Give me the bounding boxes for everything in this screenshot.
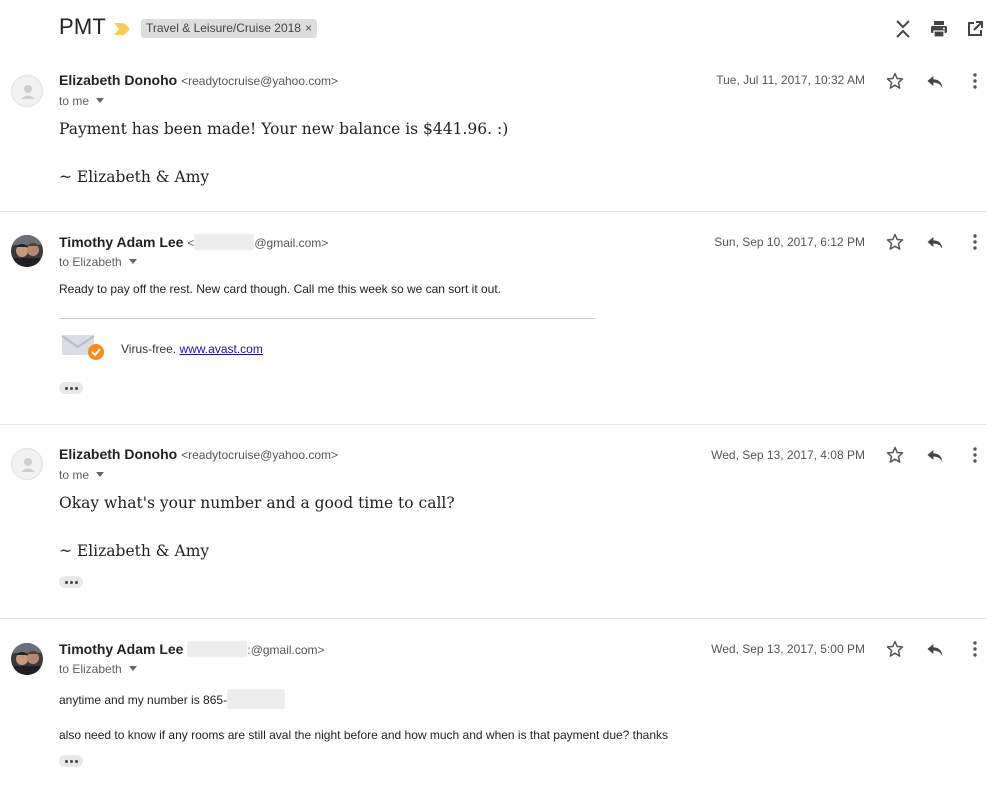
star-icon[interactable] <box>883 637 907 661</box>
show-trimmed-content-button[interactable] <box>59 576 83 588</box>
show-trimmed-content-button[interactable] <box>59 755 83 767</box>
show-details-dropdown-icon[interactable] <box>96 98 105 103</box>
show-details-dropdown-icon[interactable] <box>128 259 137 264</box>
avatar-default-icon <box>11 448 43 480</box>
remove-label-icon[interactable]: × <box>305 19 312 38</box>
label-chip-text: Travel & Leisure/Cruise 2018 <box>146 21 301 35</box>
label-chip: Travel & Leisure/Cruise 2018 × <box>141 19 317 38</box>
show-details-dropdown-icon[interactable] <box>128 666 137 671</box>
star-icon[interactable] <box>883 69 907 93</box>
avast-link[interactable]: www.avast.com <box>179 342 262 356</box>
virus-free-notice: Virus-free. www.avast.com <box>121 342 263 356</box>
recipient-text: to Elizabeth <box>59 662 122 676</box>
recipient-text: to Elizabeth <box>59 255 122 269</box>
recipient-line[interactable]: to me <box>59 94 105 108</box>
message-date: Wed, Sep 13, 2017, 5:00 PM <box>711 642 865 656</box>
sender: Elizabeth Donoho <readytocruise@yahoo.co… <box>59 446 338 462</box>
star-icon[interactable] <box>883 230 907 254</box>
message-body-line: Ready to pay off the rest. New card thou… <box>59 282 501 296</box>
sender: Elizabeth Donoho <readytocruise@yahoo.co… <box>59 72 338 88</box>
reply-icon[interactable] <box>923 230 947 254</box>
message-4: Timothy Adam Lee :@gmail.com> to Elizabe… <box>0 619 986 808</box>
open-in-new-window-icon[interactable] <box>963 17 987 41</box>
message-body-line: Okay what's your number and a good time … <box>59 494 455 512</box>
sender-email-domain: :@gmail.com> <box>247 643 325 657</box>
recipient-text: to me <box>59 468 90 482</box>
message-2: Timothy Adam Lee < @gmail.com> to Elizabe… <box>0 212 986 425</box>
sender: Timothy Adam Lee :@gmail.com> <box>59 641 325 657</box>
importance-marker-icon[interactable] <box>114 22 130 40</box>
thread-header: PMT Travel & Leisure/Cruise 2018 × <box>0 0 992 58</box>
recipient-text: to me <box>59 94 90 108</box>
virus-free-text: Virus-free. <box>121 342 180 356</box>
sender-name: Timothy Adam Lee <box>59 641 184 657</box>
recipient-line[interactable]: to me <box>59 468 105 482</box>
message-date: Wed, Sep 13, 2017, 4:08 PM <box>711 448 865 462</box>
message-body-line: anytime and my number is 865- <box>59 689 286 709</box>
message-body-line: also need to know if any rooms are still… <box>59 728 669 742</box>
sender-name: Timothy Adam Lee <box>59 234 184 250</box>
redacted-email <box>194 234 255 250</box>
avatar-default-icon <box>11 75 43 107</box>
reply-icon[interactable] <box>923 443 947 467</box>
sender-email-prefix: < <box>187 236 195 250</box>
message-3: Elizabeth Donoho <readytocruise@yahoo.co… <box>0 425 986 619</box>
expand-collapse-icon[interactable] <box>891 17 915 41</box>
signature-divider <box>59 318 595 319</box>
redacted-email <box>187 641 248 657</box>
recipient-line[interactable]: to Elizabeth <box>59 662 137 676</box>
sender-name: Elizabeth Donoho <box>59 446 178 462</box>
redacted-phone-number <box>227 689 286 709</box>
avatar-photo <box>11 643 43 675</box>
message-signature: ~ Elizabeth & Amy <box>59 542 210 560</box>
message-body-text: anytime and my number is 865- <box>59 693 228 707</box>
message-date: Sun, Sep 10, 2017, 6:12 PM <box>714 235 865 249</box>
avast-envelope-icon <box>61 333 107 368</box>
message-1: Elizabeth Donoho <readytocruise@yahoo.co… <box>0 58 986 212</box>
message-date: Tue, Jul 11, 2017, 10:32 AM <box>716 73 865 87</box>
sender-email: <readytocruise@yahoo.com> <box>181 74 339 88</box>
sender-email: <readytocruise@yahoo.com> <box>181 448 339 462</box>
recipient-line[interactable]: to Elizabeth <box>59 255 137 269</box>
sender-email-domain: @gmail.com> <box>254 236 329 250</box>
avatar-photo <box>11 235 43 267</box>
show-details-dropdown-icon[interactable] <box>96 472 105 477</box>
more-options-icon[interactable] <box>963 637 987 661</box>
print-icon[interactable] <box>927 17 951 41</box>
sender: Timothy Adam Lee < @gmail.com> <box>59 234 328 250</box>
more-options-icon[interactable] <box>963 69 987 93</box>
thread-subject: PMT <box>59 14 107 39</box>
message-body-line: Payment has been made! Your new balance … <box>59 120 509 138</box>
reply-icon[interactable] <box>923 637 947 661</box>
show-trimmed-content-button[interactable] <box>59 382 83 394</box>
more-options-icon[interactable] <box>963 230 987 254</box>
reply-icon[interactable] <box>923 69 947 93</box>
sender-name: Elizabeth Donoho <box>59 72 178 88</box>
star-icon[interactable] <box>883 443 907 467</box>
message-signature: ~ Elizabeth & Amy <box>59 168 210 186</box>
more-options-icon[interactable] <box>963 443 987 467</box>
